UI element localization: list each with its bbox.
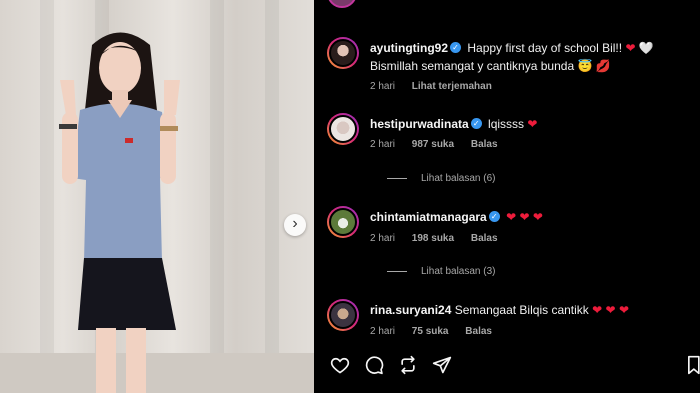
next-photo-button[interactable]: › (284, 214, 306, 236)
reply-link[interactable]: Balas (471, 139, 498, 150)
comment-time: 2 hari (370, 326, 396, 337)
comment-username[interactable]: hestipurwadinata (370, 117, 469, 131)
comment-username[interactable]: rina.suryani24 (370, 303, 451, 317)
comment-meta: 2 hari Lihat terjemahan (370, 81, 506, 92)
comment-meta: 2 hari 198 suka Balas (370, 233, 512, 244)
repost-icon[interactable] (398, 355, 418, 375)
avatar[interactable] (327, 113, 359, 145)
like-count[interactable]: 75 suka (412, 326, 449, 337)
comment-time: 2 hari (370, 81, 396, 92)
comment-text: Semangaat Bilqis cantikk ❤ ❤ ❤ (454, 303, 629, 317)
verified-badge-icon: ✓ (470, 118, 482, 130)
bookmark-icon[interactable] (686, 355, 700, 375)
send-icon[interactable] (432, 355, 452, 375)
reply-link[interactable]: Balas (465, 326, 492, 337)
post-photo: › (0, 0, 314, 393)
heart-icon[interactable] (330, 355, 350, 375)
comments-panel[interactable]: ayutingting92 ✓ Happy first day of school… (314, 0, 700, 393)
chevron-right-icon: › (292, 215, 298, 232)
view-replies-link[interactable]: Lihat balasan (6) (387, 173, 496, 184)
comment-username[interactable]: chintamiatmanagara (370, 210, 487, 224)
post-action-bar (330, 355, 452, 375)
comment-text: ❤ ❤ ❤ (506, 210, 543, 224)
avatar[interactable] (327, 206, 359, 238)
view-replies-link[interactable]: Lihat balasan (3) (387, 266, 496, 277)
avatar[interactable] (327, 299, 359, 331)
comment-meta: 2 hari 75 suka Balas (370, 326, 506, 337)
like-count[interactable]: 987 suka (412, 139, 454, 150)
comment-username[interactable]: ayutingting92 (370, 41, 448, 55)
comment-icon[interactable] (364, 355, 384, 375)
comment-time: 2 hari (370, 139, 396, 150)
verified-badge-icon: ✓ (488, 211, 500, 223)
comment-meta: 2 hari 987 suka Balas (370, 139, 512, 150)
person-figure (59, 32, 180, 393)
avatar[interactable] (327, 0, 357, 8)
verified-badge-icon: ✓ (450, 42, 462, 54)
reply-link[interactable]: Balas (471, 233, 498, 244)
comment-text: lqissss ❤ (488, 117, 538, 131)
see-translation-link[interactable]: Lihat terjemahan (412, 81, 492, 92)
like-count[interactable]: 198 suka (412, 233, 454, 244)
avatar[interactable] (327, 37, 359, 69)
comment-time: 2 hari (370, 233, 396, 244)
